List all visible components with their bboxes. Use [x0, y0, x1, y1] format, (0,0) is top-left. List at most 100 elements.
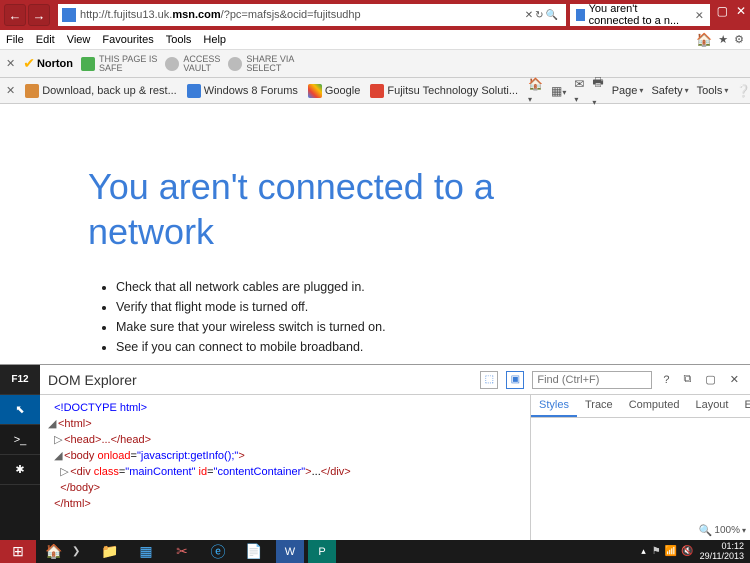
dom-tool-icon[interactable]: ⬉ [0, 395, 40, 425]
devtools-find-input[interactable] [532, 371, 652, 389]
browser-tab[interactable]: You aren't connected to a n... ✕ [570, 4, 710, 26]
favourites-icon[interactable]: ★ [718, 33, 728, 46]
zoom-indicator[interactable]: 🔍 100% ▾ [699, 524, 746, 537]
page-content: You aren't connected to a network Check … [0, 104, 750, 364]
maximize-icon[interactable]: ▢ [717, 4, 728, 18]
window-titlebar: ← → http://t.fujitsu13.uk.msn.com/?pc=ma… [0, 0, 750, 30]
mail-icon[interactable]: ✉▾ [574, 77, 584, 105]
styles-panel: Styles Trace Computed Layout Event [530, 395, 750, 540]
norton-brand: Norton [37, 58, 73, 70]
help-icon[interactable]: ❔▾ [736, 84, 750, 98]
stop-icon[interactable]: ✕ [525, 10, 533, 21]
devtools-panel: F12 ⬉ >_ ✱ DOM Explorer ⬚ ▣ ? ⧉ ▢ ✕ <!DO… [0, 364, 750, 540]
devtools-sidebar: F12 ⬉ >_ ✱ [0, 365, 40, 540]
bookmarks-close-icon[interactable]: ✕ [6, 84, 15, 97]
vault-icon [165, 57, 179, 71]
devtools-header: DOM Explorer ⬚ ▣ ? ⧉ ▢ ✕ [40, 365, 750, 395]
date: 29/11/2013 [700, 552, 744, 561]
refresh-icon[interactable]: ↻ [535, 10, 543, 21]
zoom-icon: 🔍 [699, 524, 713, 537]
chevron-down-icon: ▾ [742, 526, 746, 535]
menu-edit[interactable]: Edit [36, 34, 55, 46]
undock-icon[interactable]: ⧉ [681, 373, 695, 386]
norton-safe[interactable]: THIS PAGE ISSAFE [81, 55, 157, 73]
menu-file[interactable]: File [6, 34, 24, 46]
norton-logo[interactable]: ✔ Norton [23, 55, 73, 72]
help-icon[interactable]: ? [660, 374, 672, 386]
menu-tools[interactable]: Tools [166, 34, 192, 46]
taskbar-home-icon[interactable]: 🏠 [36, 540, 72, 563]
error-suggestions: Check that all network cables are plugge… [88, 280, 750, 354]
bookmark-item[interactable]: Windows 8 Forums [187, 84, 298, 98]
network-icon[interactable]: 📶 [665, 546, 677, 557]
norton-vault[interactable]: ACCESSVAULT [165, 55, 220, 73]
bookmark-icon [370, 84, 384, 98]
taskbar-chevron-icon[interactable]: ❯ [72, 546, 92, 557]
ie-icon[interactable]: ⓔ [200, 540, 236, 563]
norton-share[interactable]: SHARE VIASELECT [228, 55, 294, 73]
tray-show-hidden-icon[interactable]: ▴ [641, 546, 646, 557]
network-tool-icon[interactable]: ✱ [0, 455, 40, 485]
app-icon[interactable]: ▦ [128, 540, 164, 563]
highlight-icon[interactable]: ▣ [506, 371, 524, 389]
word-icon[interactable]: W [276, 540, 304, 563]
bookmark-item[interactable]: Fujitsu Technology Soluti... [370, 84, 518, 98]
bookmark-item[interactable]: Google [308, 84, 360, 98]
clock[interactable]: 01:12 29/11/2013 [700, 542, 744, 561]
menu-help[interactable]: Help [203, 34, 226, 46]
back-button[interactable]: ← [4, 4, 26, 26]
select-element-icon[interactable]: ⬚ [480, 371, 498, 389]
tab-favicon [576, 9, 585, 21]
f12-label[interactable]: F12 [0, 365, 40, 395]
share-icon [228, 57, 242, 71]
close-icon[interactable]: ✕ [736, 4, 746, 18]
snip-icon[interactable]: ✂ [164, 540, 200, 563]
safe-badge-icon [81, 57, 95, 71]
trace-tab[interactable]: Trace [577, 395, 621, 417]
toolbar-close-icon[interactable]: ✕ [6, 57, 15, 70]
forward-button[interactable]: → [28, 4, 50, 26]
address-bar[interactable]: http://t.fujitsu13.uk.msn.com/?pc=mafsjs… [58, 4, 566, 26]
feeds-icon[interactable]: ▦▾ [551, 84, 566, 98]
tools-menu[interactable]: Tools▾ [697, 85, 729, 97]
bookmark-icon [25, 84, 39, 98]
suggestion-item: See if you can connect to mobile broadba… [116, 340, 750, 354]
styles-tab[interactable]: Styles [531, 395, 577, 417]
app-icon[interactable]: 📄 [236, 540, 272, 563]
flag-icon[interactable]: ⚑ [652, 546, 661, 557]
dom-tree[interactable]: <!DOCTYPE html> ◢<html> ▷<head>...</head… [40, 395, 530, 540]
zoom-value: 100% [714, 525, 740, 536]
publisher-icon[interactable]: P [308, 540, 336, 563]
console-tool-icon[interactable]: >_ [0, 425, 40, 455]
page-menu[interactable]: Page▾ [612, 85, 644, 97]
start-button[interactable]: ⊞ [0, 540, 36, 563]
home-icon[interactable]: 🏠 [696, 32, 712, 48]
suggestion-item: Check that all network cables are plugge… [116, 280, 750, 294]
devtools-title: DOM Explorer [48, 372, 472, 388]
system-tray[interactable]: ⚑ 📶 🔇 [652, 546, 694, 557]
menu-bar: File Edit View Favourites Tools Help 🏠 ★… [0, 30, 750, 50]
search-icon[interactable]: 🔍 [546, 10, 558, 21]
site-icon [62, 8, 76, 22]
maximize-devtools-icon[interactable]: ▢ [702, 373, 718, 386]
safety-menu[interactable]: Safety▾ [651, 85, 688, 97]
url-text: http://t.fujitsu13.uk.msn.com/?pc=mafsjs… [80, 9, 521, 21]
layout-tab[interactable]: Layout [687, 395, 736, 417]
settings-icon[interactable]: ⚙ [734, 33, 744, 46]
menu-favourites[interactable]: Favourites [102, 34, 153, 46]
bookmark-item[interactable]: Download, back up & rest... [25, 84, 177, 98]
minimize-icon[interactable]: — [697, 4, 709, 18]
suggestion-item: Verify that flight mode is turned off. [116, 300, 750, 314]
home-dropdown-icon[interactable]: 🏠▾ [528, 77, 543, 105]
events-tab[interactable]: Event [736, 395, 750, 417]
error-heading: You aren't connected to a network [88, 164, 528, 254]
explorer-icon[interactable]: 📁 [92, 540, 128, 563]
computed-tab[interactable]: Computed [621, 395, 688, 417]
volume-icon[interactable]: 🔇 [681, 546, 693, 557]
bookmark-icon [187, 84, 201, 98]
close-devtools-icon[interactable]: ✕ [727, 373, 742, 386]
tab-title: You aren't connected to a n... [589, 3, 691, 27]
menu-view[interactable]: View [67, 34, 91, 46]
norton-tick-icon: ✔ [23, 55, 35, 72]
print-icon[interactable]: 🖶▾ [592, 73, 603, 108]
